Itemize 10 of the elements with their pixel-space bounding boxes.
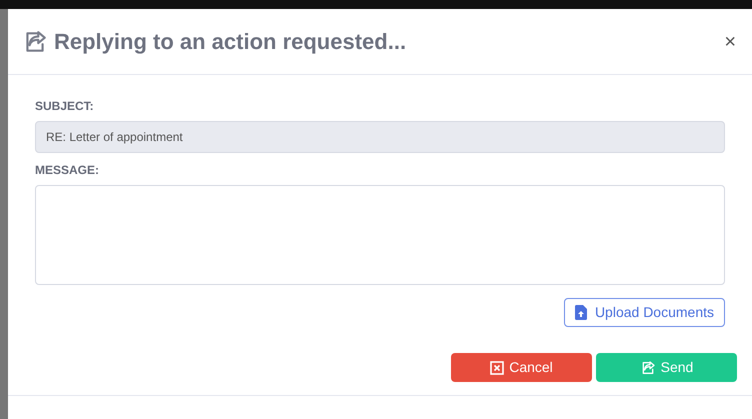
- cancel-button[interactable]: Cancel: [451, 353, 592, 382]
- upload-documents-button[interactable]: Upload Documents: [564, 298, 725, 327]
- message-field[interactable]: [35, 185, 725, 285]
- share-icon: [640, 360, 656, 376]
- dialog-title: Replying to an action requested...: [54, 28, 406, 56]
- file-upload-icon: [574, 305, 587, 320]
- subject-label: SUBJECT:: [35, 98, 95, 115]
- close-button[interactable]: ×: [724, 32, 736, 52]
- close-square-icon: [490, 360, 504, 374]
- message-label: MESSAGE:: [35, 162, 100, 179]
